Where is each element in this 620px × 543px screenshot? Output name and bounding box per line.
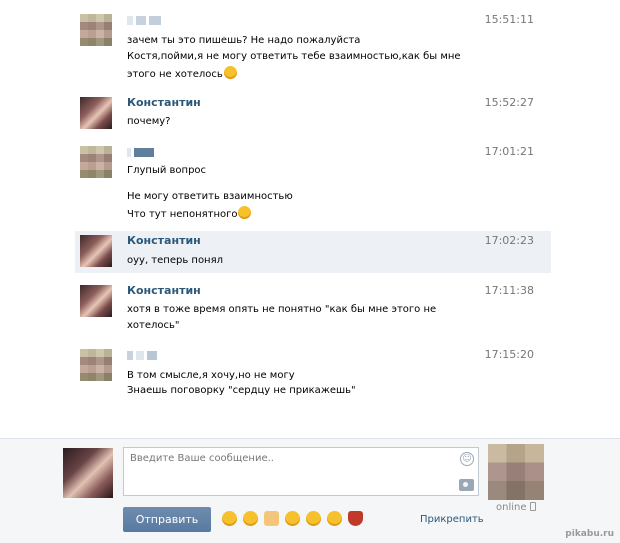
- avatar[interactable]: [80, 235, 112, 267]
- message-item: Константин 15:52:27 почему?: [75, 93, 551, 133]
- avatar[interactable]: [80, 349, 112, 381]
- message-text: Глупый вопрос: [127, 165, 207, 176]
- avatar[interactable]: [80, 146, 112, 178]
- message-time: 17:11:38: [484, 284, 534, 297]
- message-time: 17:02:23: [484, 234, 534, 247]
- message-text: зачем ты это пишешь? Не надо пожалуйста: [127, 35, 361, 46]
- watermark: pikabu.ru: [565, 529, 614, 539]
- message-input-box: ☺: [123, 447, 479, 496]
- emoji-bar: [222, 511, 369, 529]
- camera-icon[interactable]: [459, 479, 474, 491]
- avatar[interactable]: [80, 285, 112, 317]
- smile-icon[interactable]: ☺: [460, 452, 474, 466]
- message-item: Константин 17:11:38 хотя в тоже время оп…: [75, 281, 551, 339]
- avatar[interactable]: [80, 97, 112, 129]
- crying-emoji-icon[interactable]: [222, 511, 237, 526]
- message-text: В том смысле,я хочу,но не могу: [127, 370, 295, 381]
- attach-link[interactable]: Прикрепить: [420, 514, 484, 525]
- message-text: Знаешь поговорку "сердцу не прикажешь": [127, 385, 356, 396]
- message-text: хотя в тоже время опять не понятно "как …: [127, 304, 437, 315]
- message-item: Константин 17:02:23 оуу, теперь понял: [75, 231, 551, 273]
- message-text: Костя,пойми,я не могу ответить тебе взаи…: [127, 51, 461, 62]
- message-text: Не могу ответить взаимностью: [127, 191, 293, 202]
- sender-name[interactable]: Константин: [127, 96, 201, 109]
- message-item: 17:01:21 Глупый вопрос Не могу ответить …: [75, 142, 551, 222]
- message-item: 17:15:20 В том смысле,я хочу,но не могу …: [75, 345, 551, 405]
- thumbs-up-icon[interactable]: [264, 511, 279, 526]
- mobile-icon: [529, 502, 536, 511]
- my-avatar[interactable]: [63, 448, 113, 498]
- message-text-line: Что тут непонятного: [127, 206, 252, 221]
- broken-heart-icon[interactable]: [348, 511, 363, 526]
- sender-name-blurred: [127, 148, 157, 157]
- friend-avatar[interactable]: [488, 444, 544, 500]
- sweat-smile-emoji-icon[interactable]: [285, 511, 300, 526]
- tired-emoji: [238, 206, 252, 219]
- message-time: 15:51:11: [484, 13, 534, 26]
- online-status: online: [496, 502, 536, 513]
- send-button[interactable]: Отправить: [123, 507, 211, 532]
- message-time: 15:52:27: [484, 96, 534, 109]
- sender-name[interactable]: Константин: [127, 284, 201, 297]
- sender-name-blurred: [127, 16, 164, 25]
- sender-name[interactable]: Константин: [127, 234, 201, 247]
- message-text: оуу, теперь понял: [127, 255, 224, 266]
- sender-name-blurred: [127, 351, 160, 360]
- tired-emoji-icon[interactable]: [243, 511, 258, 526]
- smile-emoji-icon[interactable]: [306, 511, 321, 526]
- wink-emoji-icon[interactable]: [327, 511, 342, 526]
- avatar[interactable]: [80, 14, 112, 46]
- message-text-line: этого не хотелось: [127, 66, 237, 81]
- message-time: 17:15:20: [484, 348, 534, 361]
- message-input[interactable]: [124, 448, 444, 495]
- message-item: 15:51:11 зачем ты это пишешь? Не надо по…: [75, 10, 551, 84]
- tired-emoji: [223, 66, 237, 79]
- message-text: хотелось": [127, 320, 180, 331]
- message-text: почему?: [127, 116, 171, 127]
- message-time: 17:01:21: [484, 145, 534, 158]
